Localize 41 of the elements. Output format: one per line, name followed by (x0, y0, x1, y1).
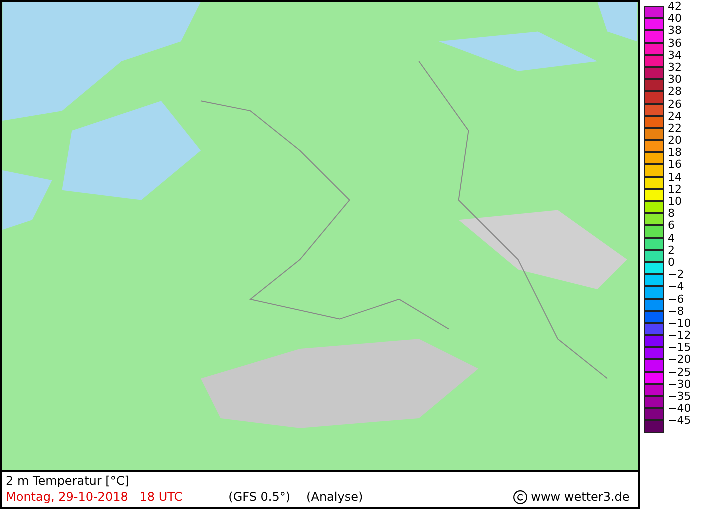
legend-label: 2 (668, 244, 675, 256)
legend-label: 14 (668, 172, 682, 183)
map-title: 2 m Temperatur [°C] (6, 473, 130, 489)
legend-label: −30 (668, 378, 692, 390)
legend-label: 40 (668, 13, 682, 24)
legend-label: 42 (668, 1, 682, 12)
legend-label: −45 (668, 415, 692, 426)
legend-label: 12 (668, 184, 682, 195)
model-label: (GFS 0.5°) (228, 489, 291, 505)
legend-label: 32 (668, 62, 682, 73)
legend-label: 10 (668, 196, 682, 207)
legend-label: −2 (668, 269, 684, 280)
legend-label: 38 (668, 25, 682, 36)
run-label: (Analyse) (306, 489, 364, 505)
legend-label: −25 (668, 366, 692, 378)
copyright-icon (513, 490, 528, 504)
legend-label: −35 (668, 391, 692, 402)
legend-label: 26 (668, 98, 682, 110)
legend-label: −20 (668, 354, 692, 366)
legend-label: 24 (668, 110, 682, 122)
legend-label: 4 (668, 232, 675, 244)
legend-label: 36 (668, 38, 682, 49)
legend-label: 20 (668, 135, 682, 146)
legend-label: −40 (668, 403, 692, 414)
legend-label: −4 (668, 281, 684, 292)
legend-label: 30 (668, 74, 682, 86)
legend-label: −12 (668, 330, 692, 342)
legend-label: 8 (668, 208, 675, 220)
legend-label: 0 (668, 256, 675, 268)
legend-label: 16 (668, 159, 682, 170)
credit-text: www wetter3.de (531, 489, 630, 505)
legend-label: 34 (668, 50, 682, 61)
legend-label: 22 (668, 122, 682, 134)
legend-label: 28 (668, 86, 682, 98)
legend-label: 18 (668, 147, 682, 158)
legend-label: −15 (668, 342, 692, 354)
legend-label: −10 (668, 318, 692, 329)
legend-label: −8 (668, 306, 684, 317)
map-date: Montag, 29-10-2018 18 UTC (6, 489, 183, 505)
legend-label: −6 (668, 294, 684, 304)
legend-label: 6 (668, 220, 675, 232)
